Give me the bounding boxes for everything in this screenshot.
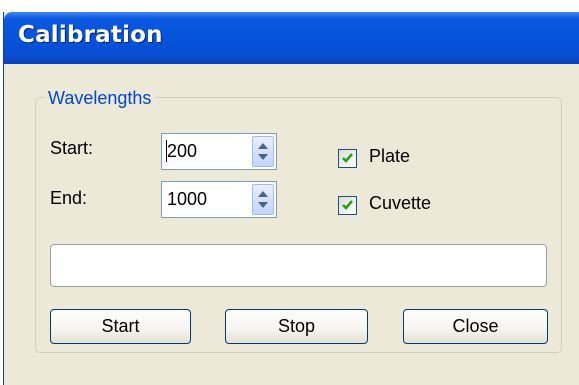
spin-down-icon[interactable] bbox=[258, 202, 268, 208]
end-label: End: bbox=[50, 188, 88, 208]
cuvette-checkbox[interactable] bbox=[338, 196, 357, 215]
start-wavelength-value[interactable]: 200 bbox=[167, 141, 197, 162]
wavelengths-group-label: Wavelengths bbox=[44, 88, 156, 109]
end-wavelength-spinbox[interactable]: 1000 bbox=[161, 181, 277, 218]
close-button[interactable]: Close bbox=[403, 309, 548, 344]
window-title: Calibration bbox=[18, 22, 163, 48]
stop-button[interactable]: Stop bbox=[225, 309, 368, 344]
start-wavelength-spinbox[interactable]: 200 bbox=[161, 133, 277, 170]
cuvette-label[interactable]: Cuvette bbox=[369, 193, 431, 214]
calibration-dialog: Calibration Wavelengths Start: 200 End: … bbox=[3, 12, 579, 385]
checkmark-icon bbox=[342, 200, 353, 210]
end-spin-buttons[interactable] bbox=[252, 184, 274, 215]
plate-checkbox[interactable] bbox=[338, 149, 357, 168]
calibration-progress-bar bbox=[50, 244, 547, 287]
checkmark-icon bbox=[342, 153, 353, 163]
end-wavelength-value[interactable]: 1000 bbox=[167, 189, 207, 210]
plate-label[interactable]: Plate bbox=[369, 146, 410, 167]
spin-up-icon[interactable] bbox=[258, 143, 268, 149]
spin-down-icon[interactable] bbox=[258, 154, 268, 160]
start-button[interactable]: Start bbox=[50, 309, 191, 344]
start-label: Start: bbox=[50, 138, 94, 158]
start-spin-buttons[interactable] bbox=[252, 136, 274, 167]
spin-up-icon[interactable] bbox=[258, 191, 268, 197]
title-bar[interactable]: Calibration bbox=[4, 12, 579, 64]
